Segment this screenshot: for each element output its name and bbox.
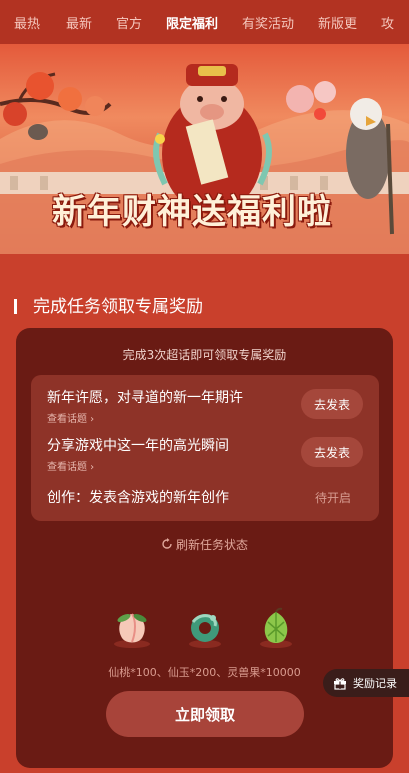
refresh-icon — [162, 538, 172, 549]
task-card: 完成3次超话即可领取专属奖励 新年许愿，对寻道的新一年期许 查看话题 › 去发表… — [16, 328, 393, 768]
refresh-task-status-button[interactable]: 刷新任务状态 — [16, 536, 393, 553]
reward-record-label: 奖励记录 — [353, 677, 397, 690]
tab-updates[interactable]: 新版更 — [318, 13, 357, 32]
tab-limited-benefits[interactable]: 限定福利 — [166, 13, 218, 32]
card-subtitle: 完成3次超话即可领取专属奖励 — [122, 348, 287, 362]
reward-icons — [16, 606, 393, 656]
task-title: 分享游戏中这一年的高光瞬间 — [47, 438, 229, 454]
tab-guides[interactable]: 攻 — [381, 13, 394, 32]
task-title: 创作：发表含游戏的新年创作 — [47, 490, 229, 506]
refresh-label: 刷新任务状态 — [175, 538, 248, 552]
task-item: 创作：发表含游戏的新年创作 — [47, 487, 229, 507]
category-tabs: 最热 最新 官方 限定福利 有奖活动 新版更 攻 — [0, 0, 409, 44]
task-item: 新年许愿，对寻道的新一年期许 查看话题 › — [47, 387, 243, 425]
task-status: 待开启 — [314, 491, 351, 505]
post-button[interactable]: 去发表 — [301, 437, 363, 467]
tab-prize-events[interactable]: 有奖活动 — [242, 13, 294, 32]
view-topic-link[interactable]: 查看话题 › — [47, 458, 229, 473]
task-title: 新年许愿，对寻道的新一年期许 — [47, 390, 243, 406]
reward-record-button[interactable]: 奖励记录 — [323, 669, 409, 697]
peach-icon — [114, 613, 150, 648]
tab-hot[interactable]: 最热 — [14, 13, 40, 32]
event-banner[interactable]: 新年财神送福利啦 — [0, 44, 409, 254]
view-topic-link[interactable]: 查看话题 › — [47, 410, 243, 425]
section-title-bar — [14, 299, 17, 314]
post-button[interactable]: 去发表 — [301, 389, 363, 419]
task-item: 分享游戏中这一年的高光瞬间 查看话题 › — [47, 435, 229, 473]
banner-title: 新年财神送福利啦 — [52, 192, 332, 232]
section-title-text: 完成任务领取专属奖励 — [33, 297, 203, 317]
jade-icon — [189, 614, 221, 648]
spirit-fruit-icon — [260, 607, 292, 648]
gift-icon — [334, 678, 346, 690]
tab-official[interactable]: 官方 — [116, 13, 142, 32]
claim-now-button[interactable]: 立即领取 — [106, 691, 304, 737]
tab-newest[interactable]: 最新 — [66, 13, 92, 32]
section-title: 完成任务领取专属奖励 — [14, 292, 203, 317]
task-list: 新年许愿，对寻道的新一年期许 查看话题 › 去发表 分享游戏中这一年的高光瞬间 … — [31, 375, 379, 521]
